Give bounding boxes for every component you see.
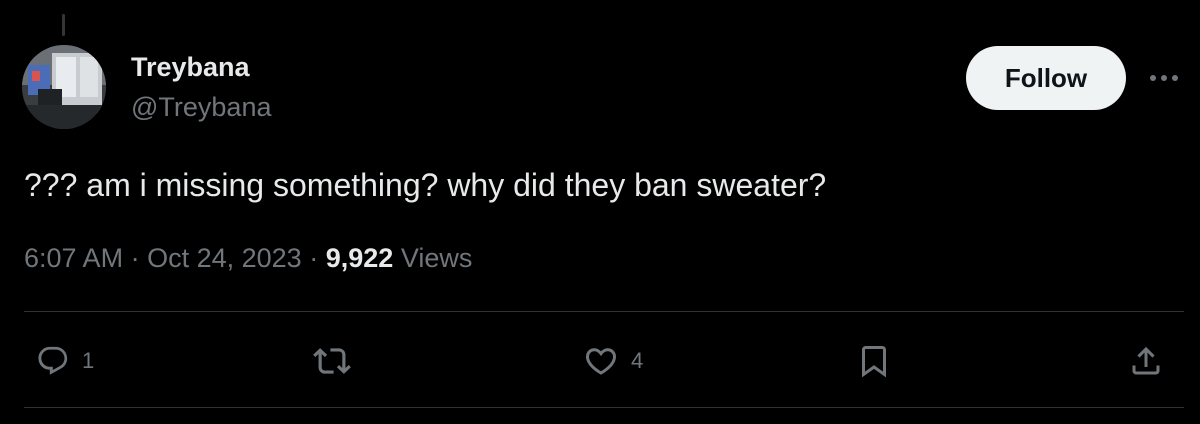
bookmark-icon	[862, 346, 886, 378]
meta-separator: ·	[130, 243, 140, 273]
views-label: Views	[400, 243, 473, 273]
meta-separator: ·	[309, 243, 319, 273]
reply-icon	[38, 346, 68, 375]
heart-icon	[585, 348, 617, 375]
views-count: 9,922	[325, 243, 394, 273]
reply-count: 1	[82, 348, 95, 373]
thread-connector-line	[62, 14, 65, 36]
avatar[interactable]	[22, 45, 106, 129]
more-options-button[interactable]	[1146, 66, 1182, 90]
author-handle[interactable]: @Treybana	[131, 90, 271, 124]
tweet-metadata: 6:07 AM · Oct 24, 2023 · 9,922 Views	[24, 240, 472, 276]
more-dots-icon	[1150, 75, 1178, 81]
tweet-time[interactable]: 6:07 AM	[24, 243, 123, 273]
like-button[interactable]: 4	[583, 339, 643, 383]
like-count: 4	[631, 348, 644, 373]
divider-top	[24, 311, 1184, 312]
author-display-name[interactable]: Treybana	[131, 50, 250, 84]
retweet-button[interactable]	[313, 339, 351, 383]
retweet-icon	[313, 348, 351, 374]
bookmark-button[interactable]	[856, 339, 892, 383]
avatar-image	[22, 45, 106, 129]
tweet-date[interactable]: Oct 24, 2023	[147, 243, 302, 273]
follow-button[interactable]: Follow	[966, 46, 1126, 110]
share-button[interactable]	[1128, 339, 1164, 383]
tweet-text: ??? am i missing something? why did they…	[24, 167, 827, 203]
divider-bottom	[24, 407, 1184, 408]
reply-button[interactable]: 1	[36, 339, 94, 383]
share-icon	[1132, 346, 1160, 375]
